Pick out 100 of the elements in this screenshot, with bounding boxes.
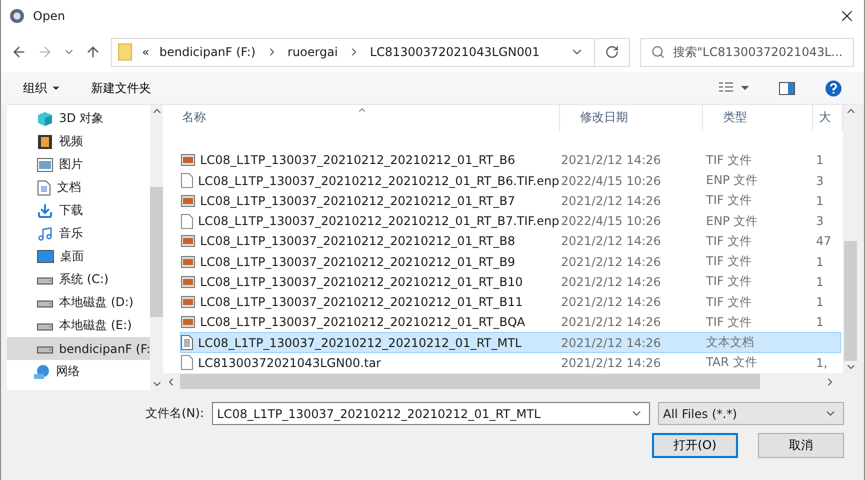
size-cell-text: 47 — [815, 234, 832, 248]
file-row[interactable]: LC08_L1TP_130037_20210212_20210212_01_RT_B7 2021/2/12 14:26 TIF 文件 1 — [180, 190, 841, 211]
open-button[interactable]: 打开(O) — [652, 433, 738, 458]
window-title: Open — [33, 9, 66, 23]
type-cell-text: TIF 文件 — [705, 294, 753, 311]
filename-field[interactable]: LC08_L1TP_130037_20210212_20210212_01_RT_MTL — [212, 402, 650, 425]
sidebar-item[interactable]: 系统 (C:) — [7, 268, 150, 291]
sidebar-item[interactable]: 本地磁盘 (E:) — [7, 314, 150, 337]
file-name: LC08_L1TP_130037_20210212_20210212_01_RT_BQA — [200, 315, 526, 330]
file-row[interactable]: LC08_L1TP_130037_20210212_20210212_01_RT_B8 2021/2/12 14:26 TIF 文件 47 — [180, 231, 841, 252]
type-cell-text: TIF 文件 — [705, 314, 753, 331]
type-cell-text: ENP 文件 — [705, 172, 759, 190]
date-cell-text: 2021/2/12 14:26 — [561, 254, 662, 269]
image-file-icon — [181, 276, 195, 288]
download-icon — [37, 202, 53, 218]
new-folder-button[interactable]: 新建文件夹 — [91, 80, 151, 96]
help-icon[interactable] — [825, 80, 842, 96]
sidebar-item[interactable]: 下载 — [7, 199, 150, 222]
file-name: LC08_L1TP_130037_20210212_20210212_01_RT_B10 — [200, 274, 523, 289]
breadcrumb[interactable]: bendicipanF (F:) — [159, 45, 256, 59]
sidebar-item[interactable]: 桌面 — [7, 245, 150, 268]
image-file-icon — [181, 235, 195, 248]
file-row[interactable]: LC08_L1TP_130037_20210212_20210212_01_RT_B7.TIF.enp 2022/4/15 10:26 ENP 文件 3 — [180, 210, 841, 232]
organize-button[interactable]: 组织 — [23, 80, 61, 96]
date-cell-text: 2021/2/12 14:26 — [561, 295, 662, 310]
scrollbar-thumb[interactable] — [844, 241, 857, 361]
column-header[interactable]: 修改日期 — [560, 105, 703, 131]
date-cell-text: 2021/2/12 14:26 — [561, 153, 662, 168]
type-cell-text: TIF 文件 — [705, 232, 753, 250]
sidebar-item[interactable]: 视频 — [7, 130, 150, 153]
breadcrumb[interactable]: « — [142, 45, 150, 59]
drive-icon — [37, 344, 53, 354]
type-cell-text: 文本文档 — [705, 334, 755, 352]
sidebar-item[interactable]: bendicipanF (F: — [7, 337, 150, 360]
file-name: LC81300372021043LGN00.tar — [198, 356, 381, 370]
sidebar-item[interactable]: 网络 — [7, 360, 150, 383]
type-cell-text: ENP 文件 — [705, 212, 759, 230]
date-cell-text: 2021/2/12 14:26 — [561, 315, 662, 330]
file-row[interactable]: LC08_L1TP_130037_20210212_20210212_01_RT_B6 2021/2/12 14:26 TIF 文件 1 — [180, 150, 841, 170]
file-icon — [181, 214, 193, 229]
breadcrumb[interactable]: LC81300372021043LGN001 — [370, 45, 540, 59]
type-cell-text: TIF 文件 — [705, 273, 753, 290]
file-name: LC08_L1TP_130037_20210212_20210212_01_RT_MTL — [198, 336, 522, 350]
file-name: LC08_L1TP_130037_20210212_20210212_01_RT_B6 — [200, 153, 516, 168]
size-cell-text: 3 — [815, 174, 825, 188]
refresh-icon[interactable] — [605, 45, 619, 59]
search-icon — [651, 45, 665, 59]
view-options-icon[interactable] — [719, 82, 749, 94]
type-cell-text: TAR 文件 — [705, 354, 758, 372]
file-row[interactable]: LC08_L1TP_130037_20210212_20210212_01_RT_MTL 2021/2/12 14:26 文本文档 — [180, 332, 841, 353]
image-icon — [37, 158, 53, 172]
date-cell-text: 2021/2/12 14:26 — [561, 336, 662, 350]
file-row[interactable]: LC08_L1TP_130037_20210212_20210212_01_RT_BQA 2021/2/12 14:26 TIF 文件 1 — [180, 312, 841, 332]
breadcrumb[interactable]: ruoergai — [288, 45, 338, 59]
up-icon[interactable] — [85, 44, 101, 60]
search-field[interactable]: 搜索"LC81300372021043L... — [640, 38, 854, 66]
file-row[interactable]: LC08_L1TP_130037_20210212_20210212_01_RT_B6.TIF.enp 2022/4/15 10:26 ENP 文件 3 — [180, 170, 841, 191]
column-header[interactable]: 类型 — [703, 105, 813, 131]
date-cell-text: 2021/2/12 14:26 — [561, 234, 662, 248]
drive-icon — [37, 320, 53, 330]
drive-icon — [37, 298, 53, 308]
file-row[interactable]: LC08_L1TP_130037_20210212_20210212_01_RT_B11 2021/2/12 14:26 TIF 文件 1 — [180, 292, 841, 312]
file-row[interactable]: LC08_L1TP_130037_20210212_20210212_01_RT_B10 2021/2/12 14:26 TIF 文件 1 — [180, 272, 841, 292]
image-file-icon — [181, 194, 195, 207]
column-header[interactable]: 名称 — [162, 105, 560, 131]
sidebar-item[interactable]: 文档 — [7, 176, 150, 199]
filename-label: 文件名(N): — [146, 405, 204, 422]
globe-icon — [33, 364, 50, 380]
document-icon — [37, 180, 51, 196]
scrollbar-thumb[interactable] — [180, 374, 760, 389]
preview-pane-icon[interactable] — [779, 82, 795, 94]
type-cell-text: TIF 文件 — [705, 152, 753, 169]
file-row[interactable]: LC08_L1TP_130037_20210212_20210212_01_RT_B9 2021/2/12 14:26 TIF 文件 1 — [180, 251, 841, 272]
folder-icon — [118, 43, 132, 61]
file-row[interactable]: LC81300372021043LGN00.tar 2021/2/12 14:26 TAR 文件 1, — [180, 352, 841, 373]
file-name: LC08_L1TP_130037_20210212_20210212_01_RT_B6.TIF.enp — [198, 174, 560, 188]
file-icon — [181, 173, 193, 188]
file-type-dropdown[interactable]: All Files (*.*) — [658, 402, 844, 425]
file-icon — [181, 355, 193, 370]
size-cell-text: 3 — [815, 214, 825, 228]
sidebar-item[interactable]: 图片 — [7, 153, 150, 176]
scrollbar-thumb[interactable] — [150, 187, 164, 317]
file-name: LC08_L1TP_130037_20210212_20210212_01_RT_B8 — [200, 234, 516, 248]
sidebar-item[interactable]: 3D 对象 — [7, 107, 150, 130]
size-cell-text: 1 — [815, 254, 825, 269]
search-placeholder: 搜索"LC81300372021043L... — [673, 44, 843, 60]
image-file-icon — [181, 316, 195, 328]
image-file-icon — [181, 256, 195, 268]
file-name: LC08_L1TP_130037_20210212_20210212_01_RT_B7.TIF.enp — [198, 214, 560, 228]
image-file-icon — [181, 296, 195, 308]
address-bar[interactable]: « bendicipanF (F:) ruoergai LC81300372021043LGN001 — [111, 38, 630, 66]
date-cell-text: 2022/4/15 10:26 — [561, 214, 662, 228]
size-cell-text: 1 — [815, 274, 825, 289]
drive-icon — [37, 274, 53, 284]
sidebar-item[interactable]: 本地磁盘 (D:) — [7, 291, 150, 314]
size-cell-text: 1 — [815, 315, 825, 330]
sidebar-item[interactable]: 音乐 — [7, 222, 150, 245]
cancel-button[interactable]: 取消 — [758, 433, 844, 458]
back-icon[interactable] — [11, 44, 27, 60]
film-icon — [37, 134, 53, 150]
